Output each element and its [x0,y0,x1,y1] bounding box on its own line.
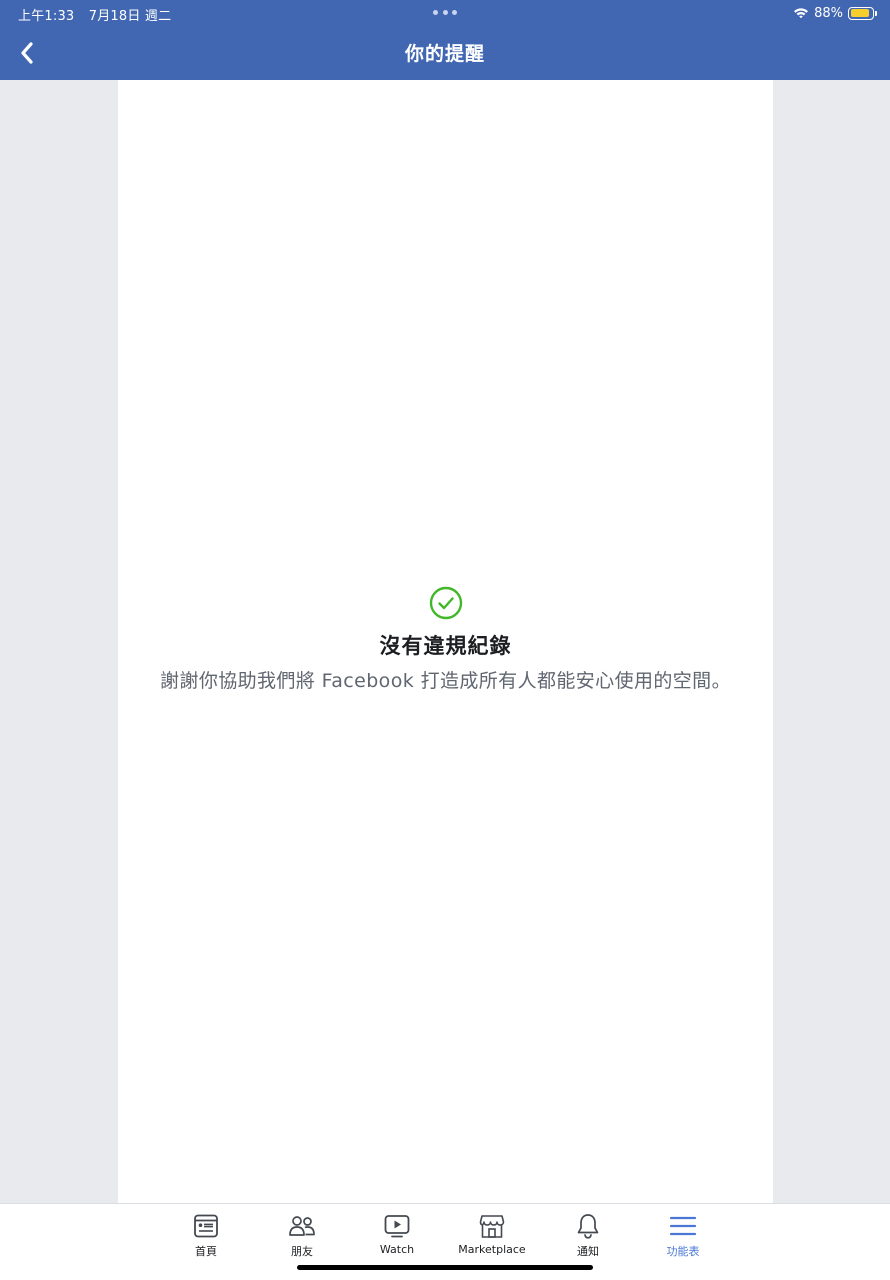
page-title: 你的提醒 [404,43,485,65]
home-feed-icon [194,1214,218,1238]
tab-watch[interactable]: Watch [352,1212,442,1262]
home-indicator[interactable] [297,1265,593,1270]
battery-icon [848,6,877,20]
app-header: 上午1:33 7月18日 週二 88% 你的提醒 [0,0,890,80]
watch-icon [384,1215,410,1238]
tab-watch-label: Watch [379,1243,415,1256]
tab-notifications-label: 通知 [577,1245,599,1258]
bell-icon [577,1214,599,1239]
status-time: 上午1:33 [18,9,75,24]
check-circle-icon [429,586,462,620]
nav-bar: 你的提醒 [0,26,890,80]
battery-level [850,9,869,17]
status-date: 7月18日 週二 [88,9,172,24]
wifi-icon [794,8,809,19]
marketplace-icon [479,1215,505,1238]
menu-icon [669,1216,697,1236]
content-panel: 沒有違規紀錄 謝謝你協助我們將 Facebook 打造成所有人都能安心使用的空間… [118,80,773,1203]
status-bar: 上午1:33 7月18日 週二 88% [0,0,890,26]
tab-menu-label: 功能表 [666,1245,700,1258]
tab-marketplace-label: Marketplace [458,1243,526,1256]
tab-marketplace[interactable]: Marketplace [447,1212,537,1262]
tab-friends-label: 朋友 [291,1245,313,1258]
empty-state: 沒有違規紀錄 謝謝你協助我們將 Facebook 打造成所有人都能安心使用的空間… [118,586,773,693]
empty-state-title: 沒有違規紀錄 [379,634,512,658]
battery-percentage: 88% [814,5,843,21]
empty-state-description: 謝謝你協助我們將 Facebook 打造成所有人都能安心使用的空間。 [160,670,731,692]
screen: 上午1:33 7月18日 週二 88% 你的提醒 沒有違規紀錄 謝謝你協助我們將… [0,0,890,1280]
status-datetime: 上午1:33 7月18日 週二 [18,5,171,24]
status-indicators: 88% [793,4,877,22]
tab-home-label: 首頁 [195,1245,217,1258]
tab-notifications[interactable]: 通知 [543,1212,633,1262]
multitasking-dots-icon[interactable] [433,10,457,16]
tab-friends[interactable]: 朋友 [257,1212,347,1262]
tab-menu[interactable]: 功能表 [638,1212,728,1262]
tab-home[interactable]: 首頁 [161,1212,251,1262]
friends-icon [289,1216,315,1236]
